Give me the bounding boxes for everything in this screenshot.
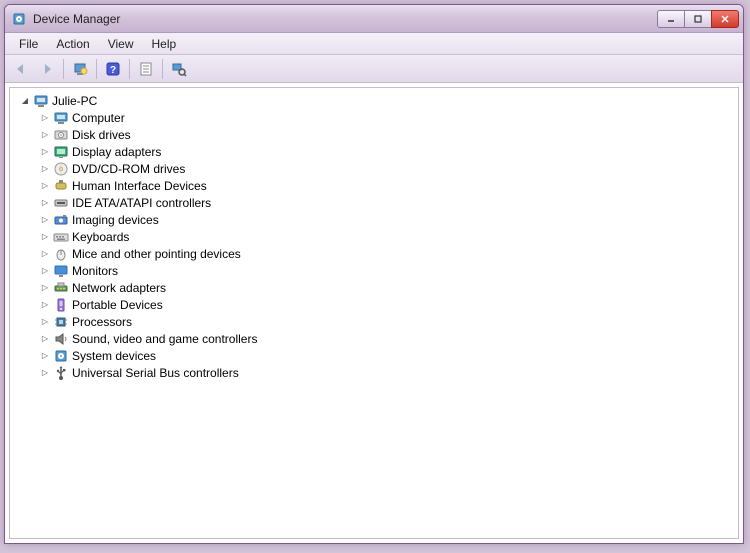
tree-node-network-adapters[interactable]: ▷ Network adapters (12, 279, 736, 296)
tree-root-node[interactable]: ◢ Julie-PC (12, 92, 736, 109)
tree-node-system-devices[interactable]: ▷ System devices (12, 347, 736, 364)
toolbar-separator (129, 59, 130, 79)
menu-action[interactable]: Action (48, 35, 97, 53)
minimize-button[interactable] (657, 10, 685, 28)
tree-node-label: Disk drives (72, 128, 131, 142)
expander-icon[interactable]: ◢ (20, 96, 30, 106)
app-icon (11, 11, 27, 27)
expander-icon[interactable]: ▷ (40, 181, 50, 191)
expander-icon[interactable]: ▷ (40, 334, 50, 344)
expander-icon[interactable]: ▷ (40, 351, 50, 361)
tree-content[interactable]: ◢Julie-PC▷Computer▷Disk drives▷Display a… (9, 87, 739, 539)
tree-node-monitors[interactable]: ▷ Monitors (12, 262, 736, 279)
tree-root-label: Julie-PC (52, 94, 97, 108)
expander-icon[interactable]: ▷ (40, 283, 50, 293)
tree-node-label: Network adapters (72, 281, 166, 295)
disk-icon (53, 127, 69, 143)
usb-icon (53, 365, 69, 381)
expander-icon[interactable]: ▷ (40, 300, 50, 310)
titlebar[interactable]: Device Manager (5, 5, 743, 33)
window-title: Device Manager (33, 12, 652, 26)
tree-node-label: Mice and other pointing devices (72, 247, 241, 261)
toolbar-back-button[interactable] (9, 58, 33, 80)
expander-icon[interactable]: ▷ (40, 130, 50, 140)
expander-icon[interactable]: ▷ (40, 266, 50, 276)
toolbar (5, 55, 743, 83)
window-controls (658, 10, 739, 28)
tree-node-ide-ata-atapi-controllers[interactable]: ▷ IDE ATA/ATAPI controllers (12, 194, 736, 211)
maximize-button[interactable] (684, 10, 712, 28)
toolbar-help-button[interactable] (101, 58, 125, 80)
toolbar-separator (63, 59, 64, 79)
tree-node-display-adapters[interactable]: ▷ Display adapters (12, 143, 736, 160)
expander-icon[interactable]: ▷ (40, 232, 50, 242)
expander-icon[interactable]: ▷ (40, 215, 50, 225)
tree-node-label: Portable Devices (72, 298, 163, 312)
toolbar-properties-button[interactable] (134, 58, 158, 80)
tree-node-label: Display adapters (72, 145, 161, 159)
expander-icon[interactable]: ▷ (40, 113, 50, 123)
expander-icon[interactable]: ▷ (40, 249, 50, 259)
tree-node-dvd-cd-rom-drives[interactable]: ▷ DVD/CD-ROM drives (12, 160, 736, 177)
ide-icon (53, 195, 69, 211)
toolbar-show-hidden-button[interactable] (68, 58, 92, 80)
sound-icon (53, 331, 69, 347)
system-icon (53, 348, 69, 364)
mouse-icon (53, 246, 69, 262)
tree-node-disk-drives[interactable]: ▷ Disk drives (12, 126, 736, 143)
computer-icon (33, 93, 49, 109)
cpu-icon (53, 314, 69, 330)
tree-node-label: Human Interface Devices (72, 179, 207, 193)
tree-node-label: Computer (72, 111, 125, 125)
expander-icon[interactable]: ▷ (40, 198, 50, 208)
tree-node-human-interface-devices[interactable]: ▷ Human Interface Devices (12, 177, 736, 194)
display-icon (53, 144, 69, 160)
tree-node-imaging-devices[interactable]: ▷ Imaging devices (12, 211, 736, 228)
tree-node-label: IDE ATA/ATAPI controllers (72, 196, 211, 210)
expander-icon[interactable]: ▷ (40, 164, 50, 174)
dvd-icon (53, 161, 69, 177)
tree-node-processors[interactable]: ▷ Processors (12, 313, 736, 330)
tree-node-sound-video-and-game-controllers[interactable]: ▷ Sound, video and game controllers (12, 330, 736, 347)
tree-node-label: Monitors (72, 264, 118, 278)
imaging-icon (53, 212, 69, 228)
tree-node-label: Sound, video and game controllers (72, 332, 257, 346)
network-icon (53, 280, 69, 296)
portable-icon (53, 297, 69, 313)
tree-node-computer[interactable]: ▷ Computer (12, 109, 736, 126)
menu-file[interactable]: File (11, 35, 46, 53)
tree-node-label: Imaging devices (72, 213, 159, 227)
expander-icon[interactable]: ▷ (40, 368, 50, 378)
tree-node-label: Keyboards (72, 230, 129, 244)
menubar: File Action View Help (5, 33, 743, 55)
tree-node-keyboards[interactable]: ▷ Keyboards (12, 228, 736, 245)
hid-icon (53, 178, 69, 194)
toolbar-forward-button[interactable] (35, 58, 59, 80)
menu-view[interactable]: View (100, 35, 142, 53)
tree-node-label: Universal Serial Bus controllers (72, 366, 239, 380)
menu-help[interactable]: Help (144, 35, 185, 53)
tree-node-mice-and-other-pointing-devices[interactable]: ▷ Mice and other pointing devices (12, 245, 736, 262)
device-manager-window: Device Manager File Action View Help ◢ Ju… (4, 4, 744, 544)
tree-node-portable-devices[interactable]: ▷ Portable Devices (12, 296, 736, 313)
computer-icon (53, 110, 69, 126)
tree-node-label: Processors (72, 315, 132, 329)
expander-icon[interactable]: ▷ (40, 147, 50, 157)
tree-node-label: System devices (72, 349, 156, 363)
toolbar-separator (162, 59, 163, 79)
monitor-icon (53, 263, 69, 279)
close-button[interactable] (711, 10, 739, 28)
expander-icon[interactable]: ▷ (40, 317, 50, 327)
tree-node-universal-serial-bus-controllers[interactable]: ▷ Universal Serial Bus controllers (12, 364, 736, 381)
toolbar-scan-button[interactable] (167, 58, 191, 80)
toolbar-separator (96, 59, 97, 79)
keyboard-icon (53, 229, 69, 245)
tree-node-label: DVD/CD-ROM drives (72, 162, 185, 176)
